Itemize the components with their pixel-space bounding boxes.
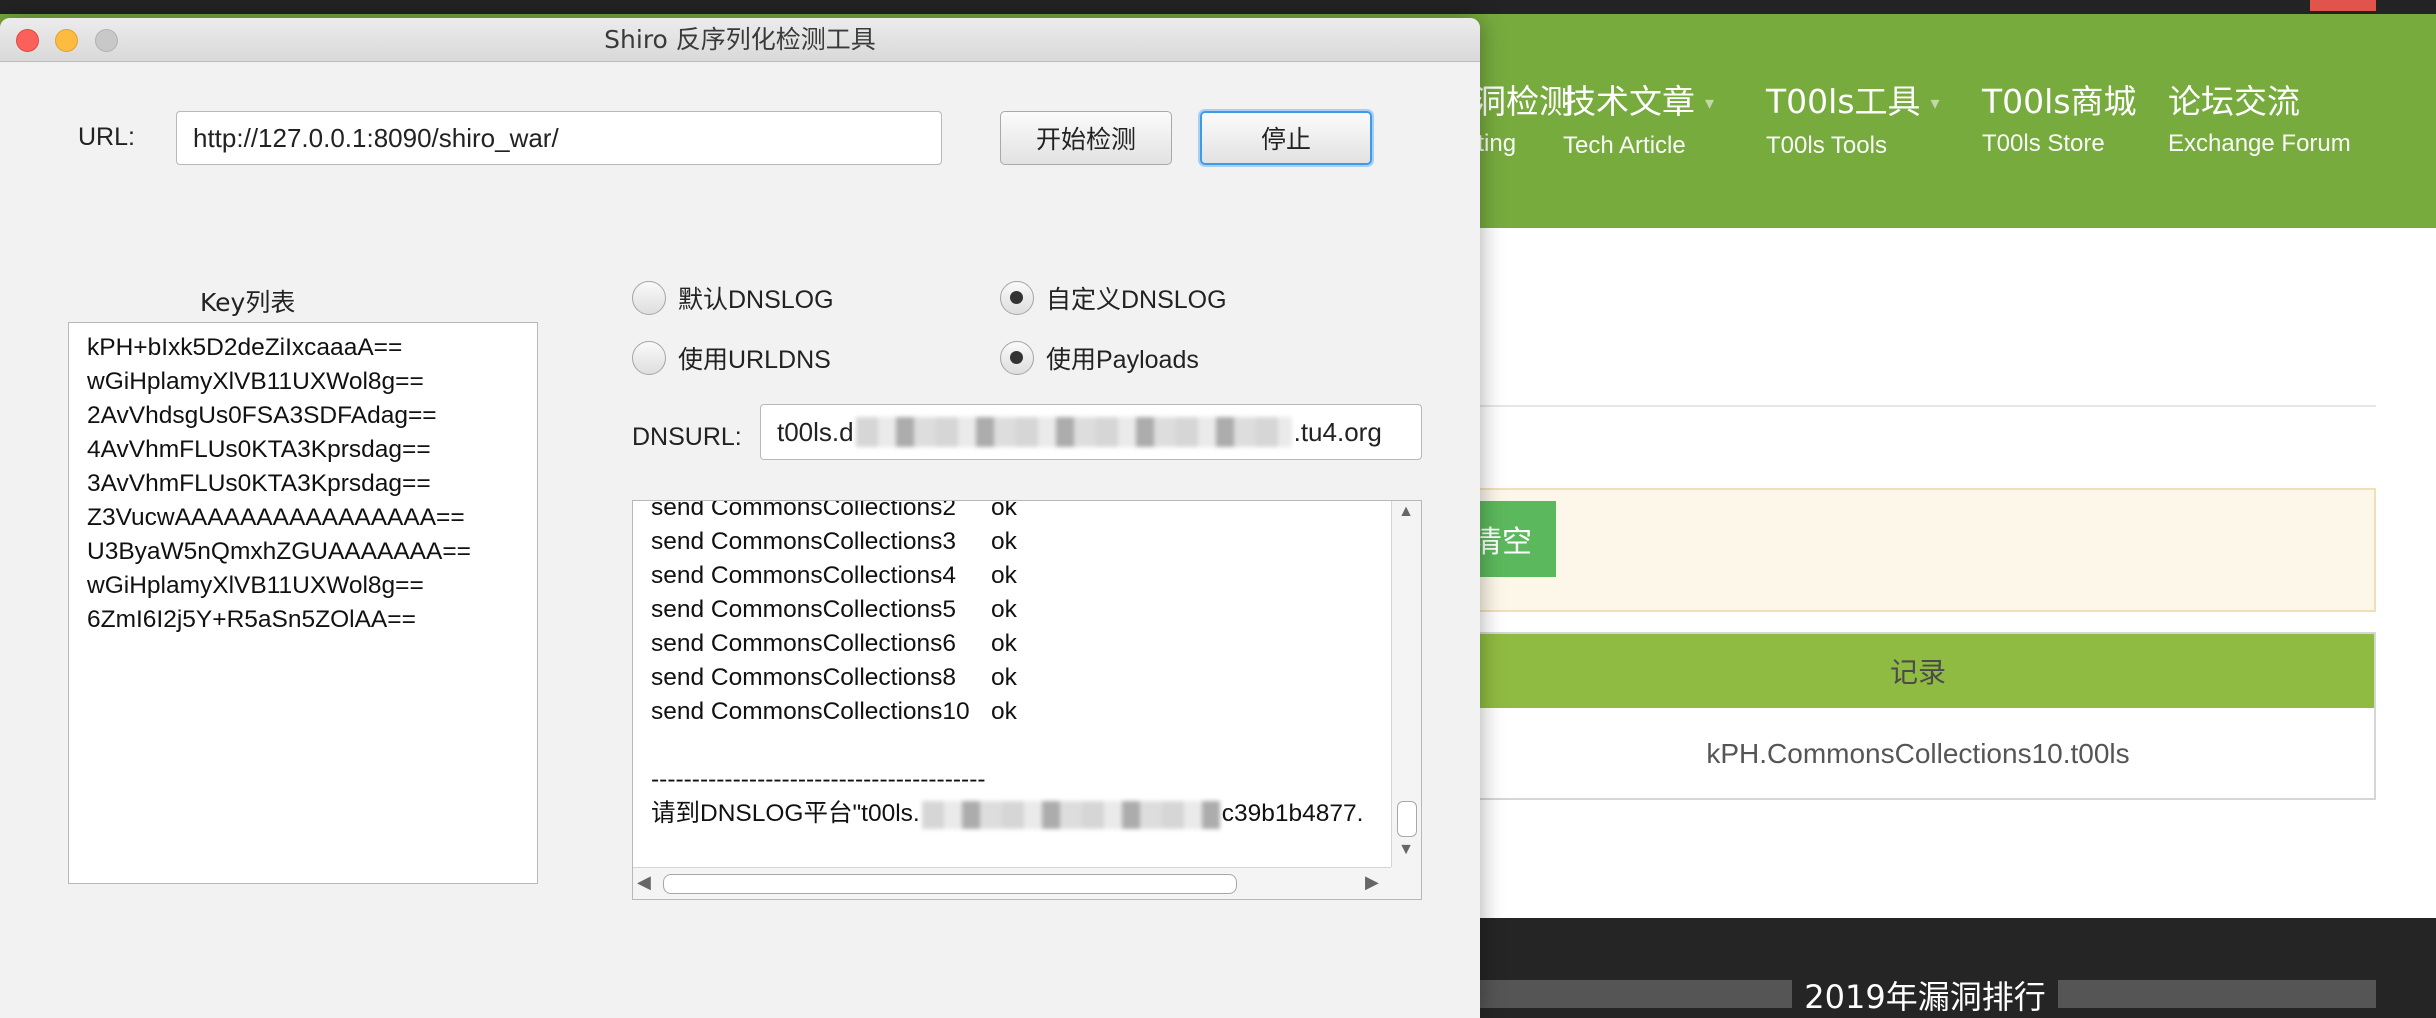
key-list-item[interactable]: kPH+bIxk5D2deZiIxcaaaA== <box>87 331 537 365</box>
scroll-left-icon[interactable]: ◀ <box>637 872 657 896</box>
log-notice: 请到DNSLOG平台"t00ls. c39b1b4877. <box>651 800 1364 829</box>
nav-item-en: Tech Article <box>1563 131 1686 159</box>
key-list-item[interactable]: 6ZmI6I2j5Y+R5aSn5ZOlAA== <box>87 603 537 637</box>
radio-circle-icon <box>1000 341 1034 375</box>
record-table-header: 记录 <box>1462 634 2374 708</box>
scrollbar-corner <box>1391 867 1421 899</box>
log-line: send CommonsCollections3 ok <box>651 528 1017 555</box>
log-separator: ----------------------------------------… <box>651 766 986 793</box>
window-close-button[interactable] <box>16 29 39 52</box>
log-line: send CommonsCollections8 ok <box>651 664 1017 691</box>
url-label: URL: <box>78 123 135 151</box>
redacted-blur <box>855 417 1292 447</box>
window-titlebar[interactable]: Shiro 反序列化检测工具 <box>0 18 1480 62</box>
start-detection-button[interactable]: 开始检测 <box>1000 111 1172 165</box>
key-list-item[interactable]: wGiHplamyXlVB11UXWol8g== <box>87 569 537 603</box>
nav-item-tech-article[interactable]: 技术文章 ▾ Tech Article <box>1563 82 1714 164</box>
log-line: send CommonsCollections4 ok <box>651 562 1017 589</box>
scroll-down-icon[interactable]: ▼ <box>1392 841 1420 865</box>
nav-item-tools[interactable]: T00ls工具 ▾ T00ls Tools <box>1766 82 1940 164</box>
key-list-item[interactable]: 3AvVhmFLUs0KTA3Kprsdag== <box>87 467 537 501</box>
chevron-down-icon: ▾ <box>1930 92 1940 114</box>
horizontal-scroll-thumb[interactable] <box>663 874 1237 894</box>
key-list-item[interactable]: 2AvVhdsgUs0FSA3SDFAdag== <box>87 399 537 433</box>
footer-title: 2019年漏洞排行 <box>1804 978 2046 1016</box>
radio-custom-dnslog[interactable]: 自定义DNSLOG <box>1000 280 1227 316</box>
vertical-scrollbar[interactable]: ▲ ▼ <box>1391 501 1421 869</box>
stop-button[interactable]: 停止 <box>1200 111 1372 165</box>
dnslog-control-panel <box>1460 488 2376 612</box>
radio-default-dnslog[interactable]: 默认DNSLOG <box>632 280 834 316</box>
radio-use-payloads[interactable]: 使用Payloads <box>1000 340 1199 376</box>
key-list-label: Key列表 <box>200 288 296 317</box>
redacted-blur <box>921 800 1220 829</box>
record-table: 记录 kPH.CommonsCollections10.t00ls <box>1460 632 2376 800</box>
dnsurl-input[interactable]: t00ls.d .tu4.org <box>760 404 1422 460</box>
divider <box>1470 405 2376 407</box>
nav-item-zh: 论坛交流 <box>2168 82 2300 121</box>
nav-item-zh: T00ls工具 <box>1766 82 1921 121</box>
nav-item-forum[interactable]: 论坛交流 Exchange Forum <box>2168 82 2351 162</box>
radio-label: 自定义DNSLOG <box>1046 286 1227 314</box>
nav-item-store[interactable]: T00ls商城 T00ls Store <box>1982 82 2137 162</box>
footer-decoration <box>2058 980 2376 1008</box>
window-maximize-button[interactable] <box>95 29 118 52</box>
radio-circle-icon <box>1000 281 1034 315</box>
log-blank-line <box>651 729 1391 763</box>
key-list[interactable]: kPH+bIxk5D2deZiIxcaaaA== wGiHplamyXlVB11… <box>68 322 538 884</box>
nav-item-zh: T00ls商城 <box>1982 82 2137 121</box>
vertical-scroll-thumb[interactable] <box>1397 801 1417 837</box>
nav-item-en: T00ls Tools <box>1766 131 1887 159</box>
nav-item-zh: 技术文章 <box>1563 82 1695 121</box>
key-list-item[interactable]: wGiHplamyXlVB11UXWol8g== <box>87 365 537 399</box>
window-minimize-button[interactable] <box>55 29 78 52</box>
chevron-down-icon: ▾ <box>1705 92 1715 114</box>
top-bar-accent <box>2310 0 2376 11</box>
scroll-up-icon[interactable]: ▲ <box>1392 503 1420 527</box>
window-title: Shiro 反序列化检测工具 <box>604 25 876 54</box>
radio-circle-icon <box>632 341 666 375</box>
key-list-item[interactable]: Z3VucwAAAAAAAAAAAAAAAA== <box>87 501 537 535</box>
dnsurl-suffix: .tu4.org <box>1293 416 1382 447</box>
record-table-row: kPH.CommonsCollections10.t00ls <box>1706 738 2130 769</box>
log-line: send CommonsCollections5 ok <box>651 596 1017 623</box>
nav-item-en: T00ls Store <box>1982 130 2105 157</box>
radio-use-urldns[interactable]: 使用URLDNS <box>632 340 831 376</box>
log-content: send CommonsCollections2 ok send CommonsC… <box>651 500 1391 831</box>
radio-label: 默认DNSLOG <box>678 286 834 314</box>
nav-item-en: Exchange Forum <box>2168 130 2351 157</box>
radio-label: 使用URLDNS <box>678 346 831 374</box>
url-input[interactable] <box>176 111 942 165</box>
log-output[interactable]: send CommonsCollections2 ok send CommonsC… <box>632 500 1422 900</box>
radio-circle-icon <box>632 281 666 315</box>
dnsurl-prefix: t00ls.d <box>777 416 854 447</box>
scroll-right-icon[interactable]: ▶ <box>1365 872 1385 896</box>
browser-top-bar <box>0 0 2436 14</box>
dnsurl-label: DNSURL: <box>632 423 742 451</box>
log-line: send CommonsCollections6 ok <box>651 630 1017 657</box>
key-list-item[interactable]: 4AvVhmFLUs0KTA3Kprsdag== <box>87 433 537 467</box>
horizontal-scrollbar[interactable]: ◀ ▶ <box>633 867 1421 899</box>
footer-decoration <box>1470 980 1792 1008</box>
key-list-item[interactable]: U3ByaW5nQmxhZGUAAAAAAA== <box>87 535 537 569</box>
log-line: send CommonsCollections10 ok <box>651 698 1017 725</box>
shiro-detector-window: Shiro 反序列化检测工具 URL: 开始检测 停止 Key列表 kPH+bI… <box>0 18 1480 1018</box>
log-line: send CommonsCollections2 ok <box>651 500 1017 521</box>
radio-label: 使用Payloads <box>1046 346 1199 374</box>
